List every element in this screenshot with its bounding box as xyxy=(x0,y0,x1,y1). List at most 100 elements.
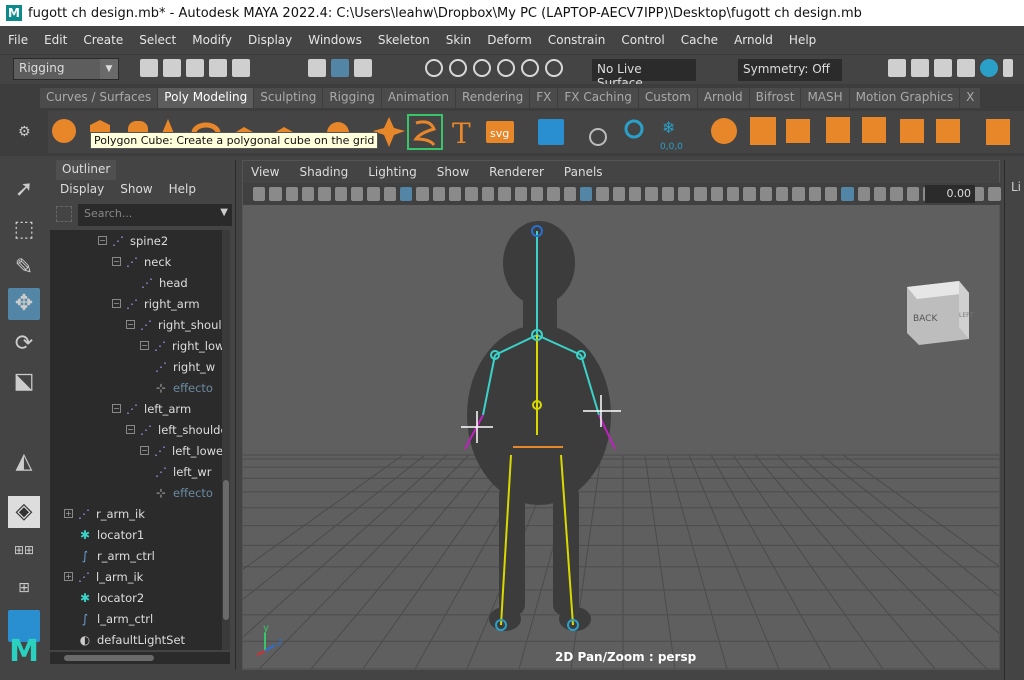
snap-vertex-icon[interactable] xyxy=(545,59,563,77)
view-cube[interactable]: BACK LEFT xyxy=(907,281,973,345)
snap-curve-icon[interactable] xyxy=(449,59,467,77)
viewport-tool-icon[interactable] xyxy=(514,187,527,201)
menu-skin[interactable]: Skin xyxy=(438,33,480,47)
viewport-tool-icon[interactable] xyxy=(857,187,871,201)
snap-view-icon[interactable] xyxy=(497,59,515,77)
outliner-item[interactable]: − ⋰ neck xyxy=(112,251,171,272)
outliner-vscrollbar[interactable] xyxy=(222,230,230,650)
live-surface-field[interactable]: No Live Surface xyxy=(592,59,696,90)
redo-icon[interactable] xyxy=(232,59,250,77)
viewport-tool-icon[interactable] xyxy=(302,187,315,201)
gear-icon[interactable]: ⚙ xyxy=(18,124,31,140)
menu-help[interactable]: Help xyxy=(781,33,824,47)
menu-create[interactable]: Create xyxy=(75,33,131,47)
scene-view[interactable]: BACK LEFT y z xyxy=(243,205,999,669)
shelf-tab[interactable]: Motion Graphics xyxy=(849,88,960,108)
layout-icon[interactable] xyxy=(538,119,564,145)
viewport-tool-icon[interactable] xyxy=(743,187,756,201)
scroll-thumb[interactable] xyxy=(64,655,154,661)
outliner-item[interactable]: + ⋰ l_arm_ik xyxy=(64,566,143,587)
shelf-tab[interactable]: Curves / Surfaces xyxy=(40,88,158,108)
render-settings-icon[interactable] xyxy=(957,59,975,77)
mirror-icon[interactable] xyxy=(900,119,924,143)
viewport-tool-icon[interactable] xyxy=(792,187,805,201)
expand-toggle-icon[interactable]: − xyxy=(112,404,121,413)
open-scene-icon[interactable] xyxy=(163,59,181,77)
paint-select-tool-icon[interactable]: ✎ xyxy=(8,252,40,284)
menu-display[interactable]: Display xyxy=(240,33,300,47)
ipr-render-icon[interactable] xyxy=(934,59,952,77)
chevron-down-icon[interactable]: ▼ xyxy=(220,207,228,218)
viewport-tool-icon[interactable] xyxy=(334,187,348,201)
viewport-tool-icon[interactable] xyxy=(400,187,413,201)
viewport-tool-icon[interactable] xyxy=(449,187,462,201)
move-tool-icon[interactable]: ✥ xyxy=(8,288,40,320)
extract-icon[interactable] xyxy=(786,119,810,143)
viewport-tool-icon[interactable] xyxy=(612,187,625,201)
outliner-item[interactable]: ✱ locator1 xyxy=(78,524,144,545)
type-tool-icon[interactable]: T xyxy=(452,117,471,150)
outliner-item[interactable]: ⋰ head xyxy=(140,272,188,293)
render-globe-icon[interactable] xyxy=(1003,59,1013,77)
menu-cache[interactable]: Cache xyxy=(673,33,726,47)
viewport-tool-icon[interactable] xyxy=(432,187,446,201)
outliner-item[interactable]: − ⋰ left_lower xyxy=(140,440,228,461)
expand-toggle-icon[interactable]: − xyxy=(112,299,121,308)
viewport-tool-icon[interactable] xyxy=(498,187,511,201)
two-view-icon[interactable]: ⊞ xyxy=(8,572,40,604)
shelf-tab[interactable]: Animation xyxy=(381,88,455,108)
shelf-tab[interactable]: Rigging xyxy=(323,88,381,108)
rotate-tool-icon[interactable]: ⟳ xyxy=(8,328,40,360)
menu-arnold[interactable]: Arnold xyxy=(726,33,781,47)
outliner-item[interactable]: ⋰ right_w xyxy=(154,356,215,377)
viewport-tool-icon[interactable] xyxy=(596,187,609,201)
smooth-icon[interactable] xyxy=(826,117,850,143)
viewport-tool-icon[interactable] xyxy=(988,187,1001,201)
expand-toggle-icon[interactable]: − xyxy=(140,446,149,455)
character-mesh[interactable] xyxy=(467,221,611,631)
viewport-tool-icon[interactable] xyxy=(351,187,364,201)
shelf-tab[interactable]: X xyxy=(960,88,981,108)
viewport-tool-icon[interactable] xyxy=(661,187,674,201)
expand-toggle-icon[interactable]: + xyxy=(64,572,73,581)
snap-grid-icon[interactable] xyxy=(425,59,443,77)
reset-transform-icon[interactable]: ❄ 0,0,0 xyxy=(660,118,683,152)
scale-tool-icon[interactable]: ⬕ xyxy=(8,366,40,398)
lasso-tool-icon[interactable]: ⬚ xyxy=(8,214,40,246)
viewport-tool-icon[interactable] xyxy=(677,187,691,201)
outliner-item[interactable]: − ⋰ spine2 xyxy=(98,230,168,251)
outliner-item[interactable]: ⊹ effecto xyxy=(154,377,213,398)
scroll-thumb[interactable] xyxy=(223,480,229,620)
render-view-icon[interactable] xyxy=(888,59,906,77)
outliner-item[interactable]: ✱ locator2 xyxy=(78,587,144,608)
viewport-menu-renderer[interactable]: Renderer xyxy=(489,165,544,179)
freeze-transform-icon[interactable] xyxy=(624,119,644,139)
symmetry-field[interactable]: Symmetry: Off xyxy=(738,59,842,81)
viewport-menu-show[interactable]: Show xyxy=(437,165,469,179)
outliner-tab[interactable]: Outliner xyxy=(56,160,116,180)
viewport-tool-icon[interactable] xyxy=(367,187,380,201)
outliner-menu-help[interactable]: Help xyxy=(169,182,196,196)
viewport-tool-icon[interactable] xyxy=(481,187,495,201)
viewport-tool-icon[interactable] xyxy=(808,187,822,201)
svg-tool-icon[interactable]: svg xyxy=(486,121,514,143)
menu-modify[interactable]: Modify xyxy=(184,33,240,47)
menu-skeleton[interactable]: Skeleton xyxy=(370,33,438,47)
viewport-tool-icon[interactable] xyxy=(759,187,772,201)
extrude-icon[interactable] xyxy=(986,119,1010,145)
viewport-tool-icon[interactable] xyxy=(285,187,299,201)
viewport-tool-icon[interactable] xyxy=(726,187,740,201)
viewport-tool-icon[interactable] xyxy=(874,187,887,201)
outliner-item[interactable]: ⊹ effecto xyxy=(154,482,213,503)
outliner-item[interactable]: ∫ l_arm_ctrl xyxy=(78,608,153,629)
shelf-tab[interactable]: FX Caching xyxy=(558,88,638,108)
exposure-field[interactable]: 0.00 xyxy=(925,185,975,203)
outliner-hscrollbar[interactable] xyxy=(50,652,230,664)
viewport-tool-icon[interactable] xyxy=(563,187,576,201)
outliner-menu-show[interactable]: Show xyxy=(120,182,152,196)
bridge-icon[interactable] xyxy=(936,119,960,143)
sweep-mesh-icon[interactable] xyxy=(407,114,443,150)
viewport-tool-icon[interactable] xyxy=(776,187,789,201)
outliner-item[interactable]: + ⋰ r_arm_ik xyxy=(64,503,145,524)
viewport-menu-panels[interactable]: Panels xyxy=(564,165,603,179)
